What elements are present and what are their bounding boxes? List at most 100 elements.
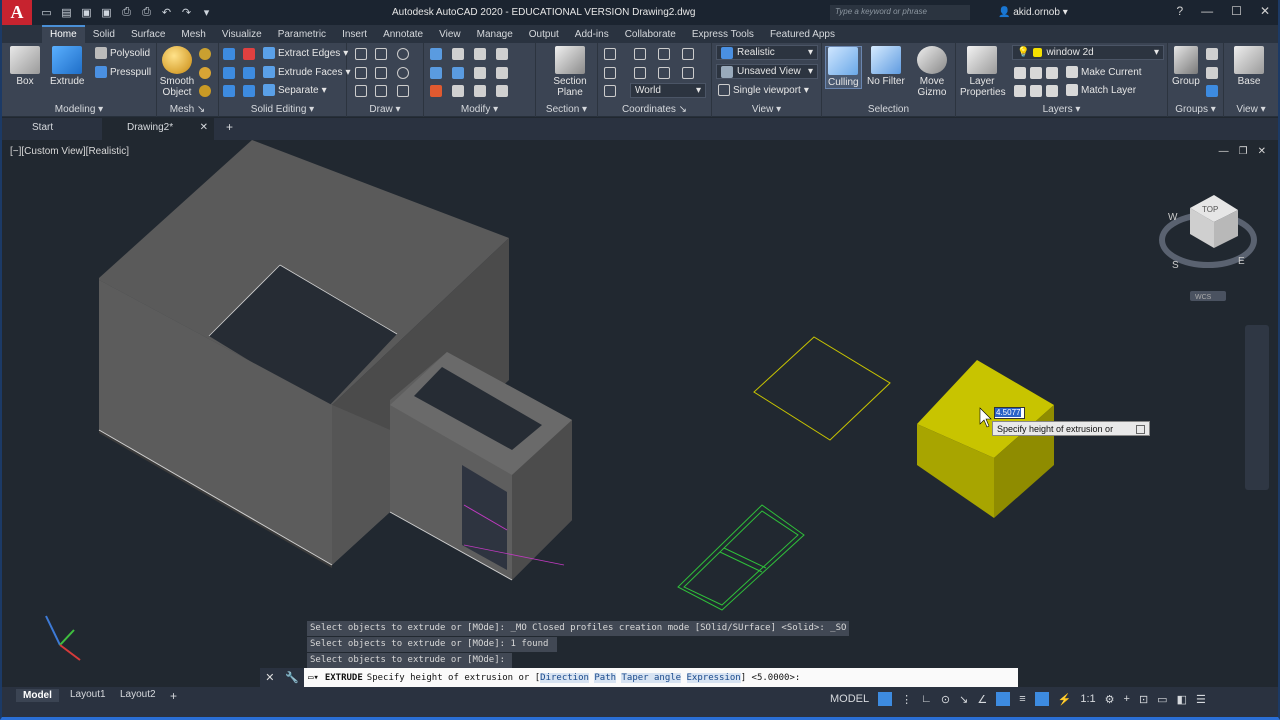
customize-icon[interactable]: ☰ <box>1196 693 1206 706</box>
box-button[interactable]: Box <box>10 46 40 87</box>
trim-icon[interactable] <box>496 48 508 60</box>
command-line[interactable]: ✕ 🔧 ▭▾ EXTRUDE Specify height of extrusio… <box>260 668 1018 687</box>
layer-lock-icon[interactable] <box>1014 85 1026 97</box>
options-arrow-icon[interactable] <box>1135 425 1145 435</box>
polysolid-button[interactable]: Polysolid <box>95 47 150 59</box>
osnap-icon[interactable] <box>996 692 1011 706</box>
panel-title-groups[interactable]: Groups ▾ <box>1168 104 1223 115</box>
tab-model[interactable]: Model <box>16 689 59 702</box>
customize-wrench-icon[interactable]: 🔧 <box>285 671 299 684</box>
panel-title-draw[interactable]: Draw ▾ <box>347 104 423 115</box>
group-button[interactable]: Group <box>1172 46 1200 87</box>
polygon-icon[interactable] <box>355 85 367 97</box>
house-solid[interactable] <box>98 140 572 581</box>
spline-icon[interactable] <box>355 67 367 79</box>
close-icon[interactable]: ✕ <box>1260 4 1270 18</box>
panel-title-layers[interactable]: Layers ▾ <box>956 104 1167 115</box>
panel-title-view[interactable]: View ▾ <box>712 104 821 115</box>
tab-surface[interactable]: Surface <box>123 27 173 43</box>
ucs-icon[interactable] <box>604 48 616 60</box>
interfere-icon[interactable] <box>243 67 255 79</box>
close-icon[interactable]: ✕ <box>265 671 274 684</box>
drawing-viewport[interactable]: TOP S E W WCS [−][Custom View][Realistic… <box>2 140 1278 685</box>
layer-isolate-icon[interactable] <box>1030 67 1042 79</box>
polyline-icon[interactable] <box>375 48 387 60</box>
isolate-objects-icon[interactable]: ◧ <box>1177 693 1187 706</box>
line-icon[interactable] <box>355 48 367 60</box>
plot-icon[interactable]: ⎙ <box>120 6 133 19</box>
scale-icon[interactable] <box>474 67 486 79</box>
model-space-button[interactable]: MODEL <box>830 693 869 705</box>
grid-icon[interactable] <box>878 692 893 706</box>
intersect-icon[interactable] <box>223 85 235 97</box>
tab-output[interactable]: Output <box>521 27 567 43</box>
xline-icon[interactable] <box>375 67 387 79</box>
model-scene[interactable]: TOP S E W WCS <box>2 140 1278 685</box>
tab-collaborate[interactable]: Collaborate <box>617 27 684 43</box>
print-icon[interactable]: ⎙ <box>140 6 153 19</box>
move-icon[interactable] <box>430 48 442 60</box>
layer-off-icon[interactable] <box>1014 67 1026 79</box>
viewport-restore-icon[interactable]: ❐ <box>1239 146 1248 157</box>
new-layout-icon[interactable]: + <box>170 689 177 703</box>
group-edit-icon[interactable] <box>1206 67 1218 79</box>
rectangle-icon[interactable] <box>375 85 387 97</box>
array-icon[interactable] <box>496 85 508 97</box>
culling-button[interactable]: Culling <box>825 46 862 89</box>
customize-icon[interactable]: ▾ <box>200 6 213 19</box>
section-plane-button[interactable]: Section Plane <box>550 46 590 98</box>
option-expression[interactable]: Expression <box>686 672 741 683</box>
extract-edges-button[interactable]: Extract Edges ▾ <box>263 47 348 59</box>
option-direction[interactable]: Direction <box>540 672 589 683</box>
autocad-logo[interactable]: A <box>2 0 32 25</box>
tab-view[interactable]: View <box>431 27 469 43</box>
ucs-object-icon[interactable] <box>634 67 646 79</box>
quick-properties-icon[interactable]: ▭ <box>1157 693 1167 706</box>
option-taper-angle[interactable]: Taper angle <box>621 672 682 683</box>
panel-title-modeling[interactable]: Modeling ▾ <box>2 104 156 115</box>
layer-freeze-icon[interactable] <box>1046 67 1058 79</box>
ucs-z-icon[interactable] <box>682 67 694 79</box>
tab-start[interactable]: Start <box>32 122 53 133</box>
lineweight-icon[interactable]: ≡ <box>1019 693 1025 705</box>
viewport-minimize-icon[interactable]: — <box>1219 146 1229 157</box>
option-path[interactable]: Path <box>594 672 617 683</box>
separate-button[interactable]: Separate ▾ <box>263 84 327 96</box>
no-filter-button[interactable]: No Filter <box>867 46 905 87</box>
move-gizmo-button[interactable]: Move Gizmo <box>917 46 947 98</box>
undo-icon[interactable]: ↶ <box>160 6 173 19</box>
panel-title-coordinates[interactable]: Coordinates ↘ <box>598 104 711 115</box>
auto-scale-icon[interactable]: ⚡ <box>1058 693 1072 706</box>
mesh-sphere-icon[interactable] <box>199 48 211 60</box>
ortho-icon[interactable]: ∟ <box>921 693 932 705</box>
mesh-refine-icon[interactable] <box>199 85 211 97</box>
smooth-object-button[interactable]: Smooth Object <box>159 46 195 98</box>
viewport-config-button[interactable]: Single viewport ▾ <box>718 84 809 96</box>
tab-home[interactable]: Home <box>42 25 85 43</box>
subtract-icon[interactable] <box>223 67 235 79</box>
navigation-bar[interactable] <box>1245 325 1269 490</box>
ucs-face-icon[interactable] <box>658 67 670 79</box>
make-current-button[interactable]: Make Current <box>1066 66 1142 78</box>
layer-properties-button[interactable]: Layer Properties <box>960 46 1006 98</box>
search-input[interactable]: Type a keyword or phrase <box>830 5 970 20</box>
ungroup-icon[interactable] <box>1206 48 1218 60</box>
add-icon[interactable]: + <box>1124 693 1130 705</box>
tab-mesh[interactable]: Mesh <box>173 27 213 43</box>
panel-title-solid-editing[interactable]: Solid Editing ▾ <box>219 104 346 115</box>
ucs-origin-icon[interactable] <box>658 48 670 60</box>
panel-title-modify[interactable]: Modify ▾ <box>424 104 535 115</box>
stretch-icon[interactable] <box>474 48 486 60</box>
ucs-view-icon[interactable] <box>604 67 616 79</box>
layer-unlock-icon[interactable] <box>1030 85 1042 97</box>
tab-express-tools[interactable]: Express Tools <box>684 27 762 43</box>
union-icon[interactable] <box>223 48 235 60</box>
tab-annotate[interactable]: Annotate <box>375 27 431 43</box>
user-account[interactable]: 👤 akid.ornob ▾ <box>998 7 1068 18</box>
tab-add-ins[interactable]: Add-ins <box>567 27 617 43</box>
tab-featured-apps[interactable]: Featured Apps <box>762 27 843 43</box>
base-button[interactable]: Base <box>1234 46 1264 87</box>
panel-title-section[interactable]: Section ▾ <box>536 104 597 115</box>
redo-icon[interactable]: ↷ <box>180 6 193 19</box>
tab-parametric[interactable]: Parametric <box>270 27 334 43</box>
